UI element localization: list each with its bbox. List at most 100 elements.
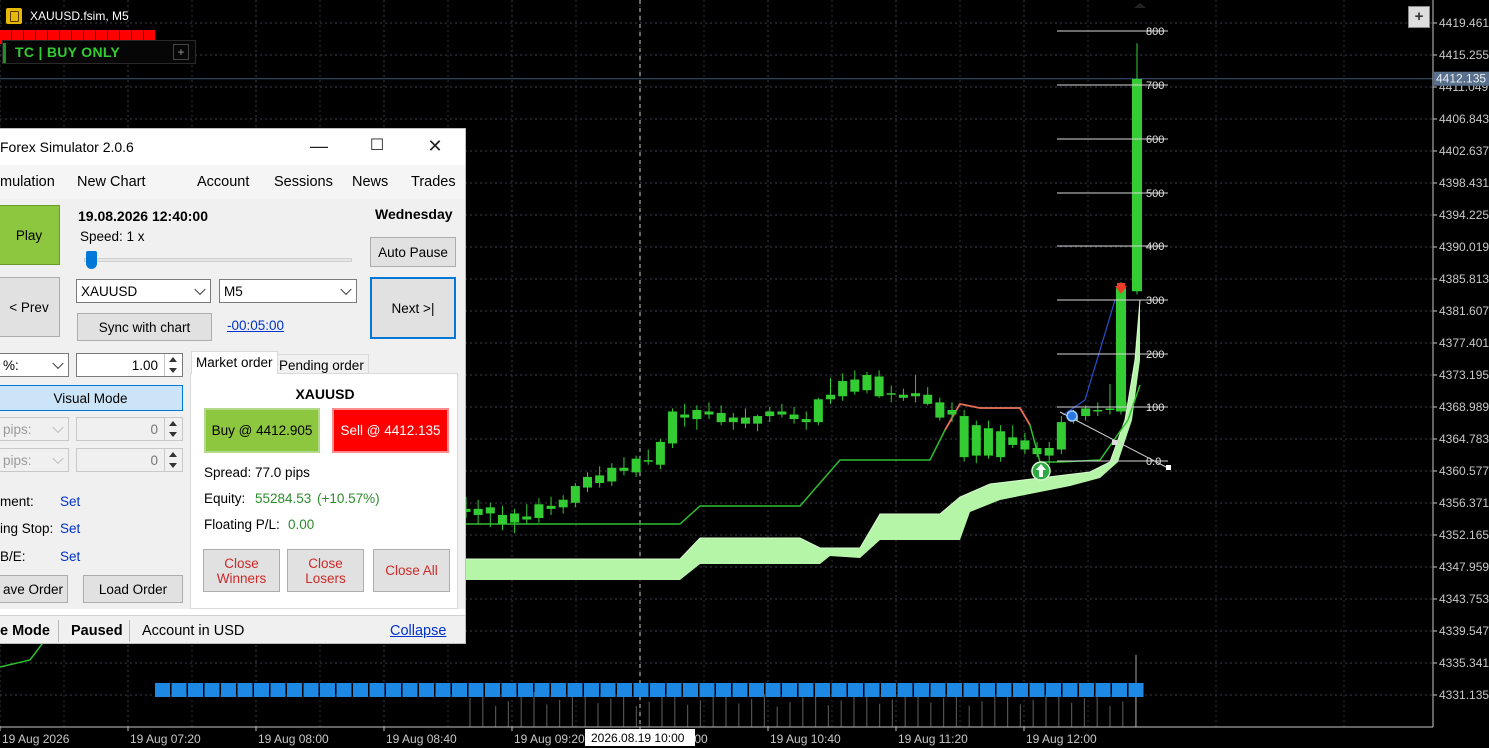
chevron-down-icon [194, 283, 206, 296]
chevron-down-icon [52, 452, 64, 465]
session-block [171, 683, 187, 697]
candle-body [485, 507, 495, 514]
speed-slider-thumb[interactable] [86, 251, 97, 269]
fib-anchor-handle [1166, 465, 1171, 470]
fib-level-label: 300 [1146, 295, 1164, 307]
risk-mode-select[interactable]: %: [0, 353, 69, 377]
price-tick-label: 4398.431 [1439, 176, 1489, 190]
next-button[interactable]: Next >| [370, 277, 456, 339]
set-management-link[interactable]: Set [60, 494, 80, 509]
auto-pause-button[interactable]: Auto Pause [370, 237, 456, 267]
close-all-button[interactable]: Close All [373, 549, 450, 592]
price-tick-label: 4368.989 [1439, 400, 1489, 414]
menu-trades[interactable]: Trades [411, 174, 456, 190]
tab-pending-order[interactable]: Pending order [274, 354, 369, 375]
simulator-titlebar[interactable]: Forex Simulator 2.0.6 — ☐ ✕ [0, 129, 465, 165]
menu-account[interactable]: Account [197, 174, 249, 190]
sync-with-chart-button[interactable]: Sync with chart [77, 313, 212, 341]
tab-market-order[interactable]: Market order [191, 351, 278, 374]
fib-level-label: 100 [1146, 402, 1164, 414]
speed-slider[interactable] [84, 251, 352, 271]
status-mode: e Mode [0, 623, 50, 639]
session-block [485, 683, 500, 697]
candle-body [1032, 448, 1042, 455]
close-window-button[interactable]: ✕ [420, 135, 450, 159]
candle-body [1081, 408, 1091, 417]
stepper-arrows[interactable] [164, 449, 182, 471]
session-block [402, 683, 418, 697]
timeframe-select[interactable]: M5 [219, 279, 357, 303]
fib-anchor-handle [1112, 440, 1117, 445]
sl-value-stepper[interactable]: 0 [76, 417, 183, 441]
session-block [254, 683, 269, 697]
session-block [155, 683, 170, 697]
close-winners-button[interactable]: Close Winners [203, 549, 280, 592]
session-block [188, 683, 203, 697]
session-block [1079, 683, 1094, 697]
candle-body [643, 460, 653, 462]
sl-mode-select[interactable]: pips: [0, 417, 69, 441]
session-block [732, 683, 748, 697]
close-losers-button[interactable]: Close Losers [287, 549, 364, 592]
session-block [534, 683, 550, 697]
fib-level-label: 500 [1146, 188, 1164, 200]
price-tick-label: 4381.607 [1439, 304, 1489, 318]
session-block [221, 683, 236, 697]
session-block [897, 683, 913, 697]
market-order-panel: XAUUSD Buy @ 4412.905 Sell @ 4412.135 Sp… [190, 373, 458, 609]
candle-body [473, 508, 483, 515]
candle-body [1056, 422, 1066, 450]
stepper-arrows[interactable] [164, 418, 182, 440]
chart-title: XAUUSD.fsim, M5 [30, 9, 129, 23]
save-order-button[interactable]: ave Order [0, 575, 68, 603]
menu-simulation[interactable]: mulation [0, 174, 55, 190]
menu-sessions[interactable]: Sessions [274, 174, 333, 190]
set-trailing-stop-link[interactable]: Set [60, 521, 80, 536]
chart-add-button[interactable]: + [1408, 6, 1430, 28]
session-block [798, 683, 814, 697]
forex-simulator-window: Forex Simulator 2.0.6 — ☐ ✕ mulation New… [0, 128, 466, 644]
time-tick-label: 19 Aug 2026 [2, 732, 70, 746]
candle-body [801, 419, 811, 423]
session-block [320, 683, 335, 697]
session-block [1029, 683, 1045, 697]
play-button[interactable]: Play [0, 205, 60, 265]
session-block [1095, 683, 1111, 697]
collapse-link[interactable]: Collapse [390, 623, 446, 639]
tp-mode-select[interactable]: pips: [0, 448, 69, 472]
sim-weekday: Wednesday [375, 206, 453, 222]
order-symbol: XAUUSD [295, 386, 355, 402]
menu-new-chart[interactable]: New Chart [77, 174, 146, 190]
minimize-button[interactable]: — [304, 135, 334, 159]
session-block [1112, 683, 1127, 697]
time-tick-label: 19 Aug 08:40 [386, 732, 457, 746]
stepper-arrows[interactable] [164, 354, 182, 376]
time-tick-label: 19 Aug 07:20 [130, 732, 201, 746]
session-block [204, 683, 220, 697]
session-block [930, 683, 946, 697]
load-order-button[interactable]: Load Order [83, 575, 183, 603]
spread-label: Spread: 77.0 pips [204, 465, 310, 480]
session-block [1128, 683, 1144, 697]
session-block [633, 683, 649, 697]
session-block [749, 683, 764, 697]
buy-button[interactable]: Buy @ 4412.905 [204, 408, 320, 453]
session-block [419, 683, 434, 697]
candle-body [935, 402, 945, 418]
sell-button[interactable]: Sell @ 4412.135 [332, 408, 449, 453]
candle-body [1132, 79, 1142, 292]
visual-mode-button[interactable]: Visual Mode [0, 385, 183, 411]
set-breakeven-link[interactable]: Set [60, 549, 80, 564]
price-tick-label: 4356.371 [1439, 496, 1489, 510]
symbol-select[interactable]: XAUUSD [76, 279, 211, 303]
risk-value-stepper[interactable]: 1.00 [76, 353, 183, 377]
maximize-button[interactable]: ☐ [362, 135, 392, 159]
crosshair-time-label: 2026.08.19 10:00 [591, 731, 685, 745]
tc-expand-button[interactable]: + [173, 44, 189, 60]
candle-body [655, 441, 665, 465]
prev-button[interactable]: < Prev [0, 277, 60, 337]
session-block [468, 683, 484, 697]
time-offset-link[interactable]: -00:05:00 [227, 318, 284, 333]
tp-value-stepper[interactable]: 0 [76, 448, 183, 472]
menu-news[interactable]: News [352, 174, 388, 190]
